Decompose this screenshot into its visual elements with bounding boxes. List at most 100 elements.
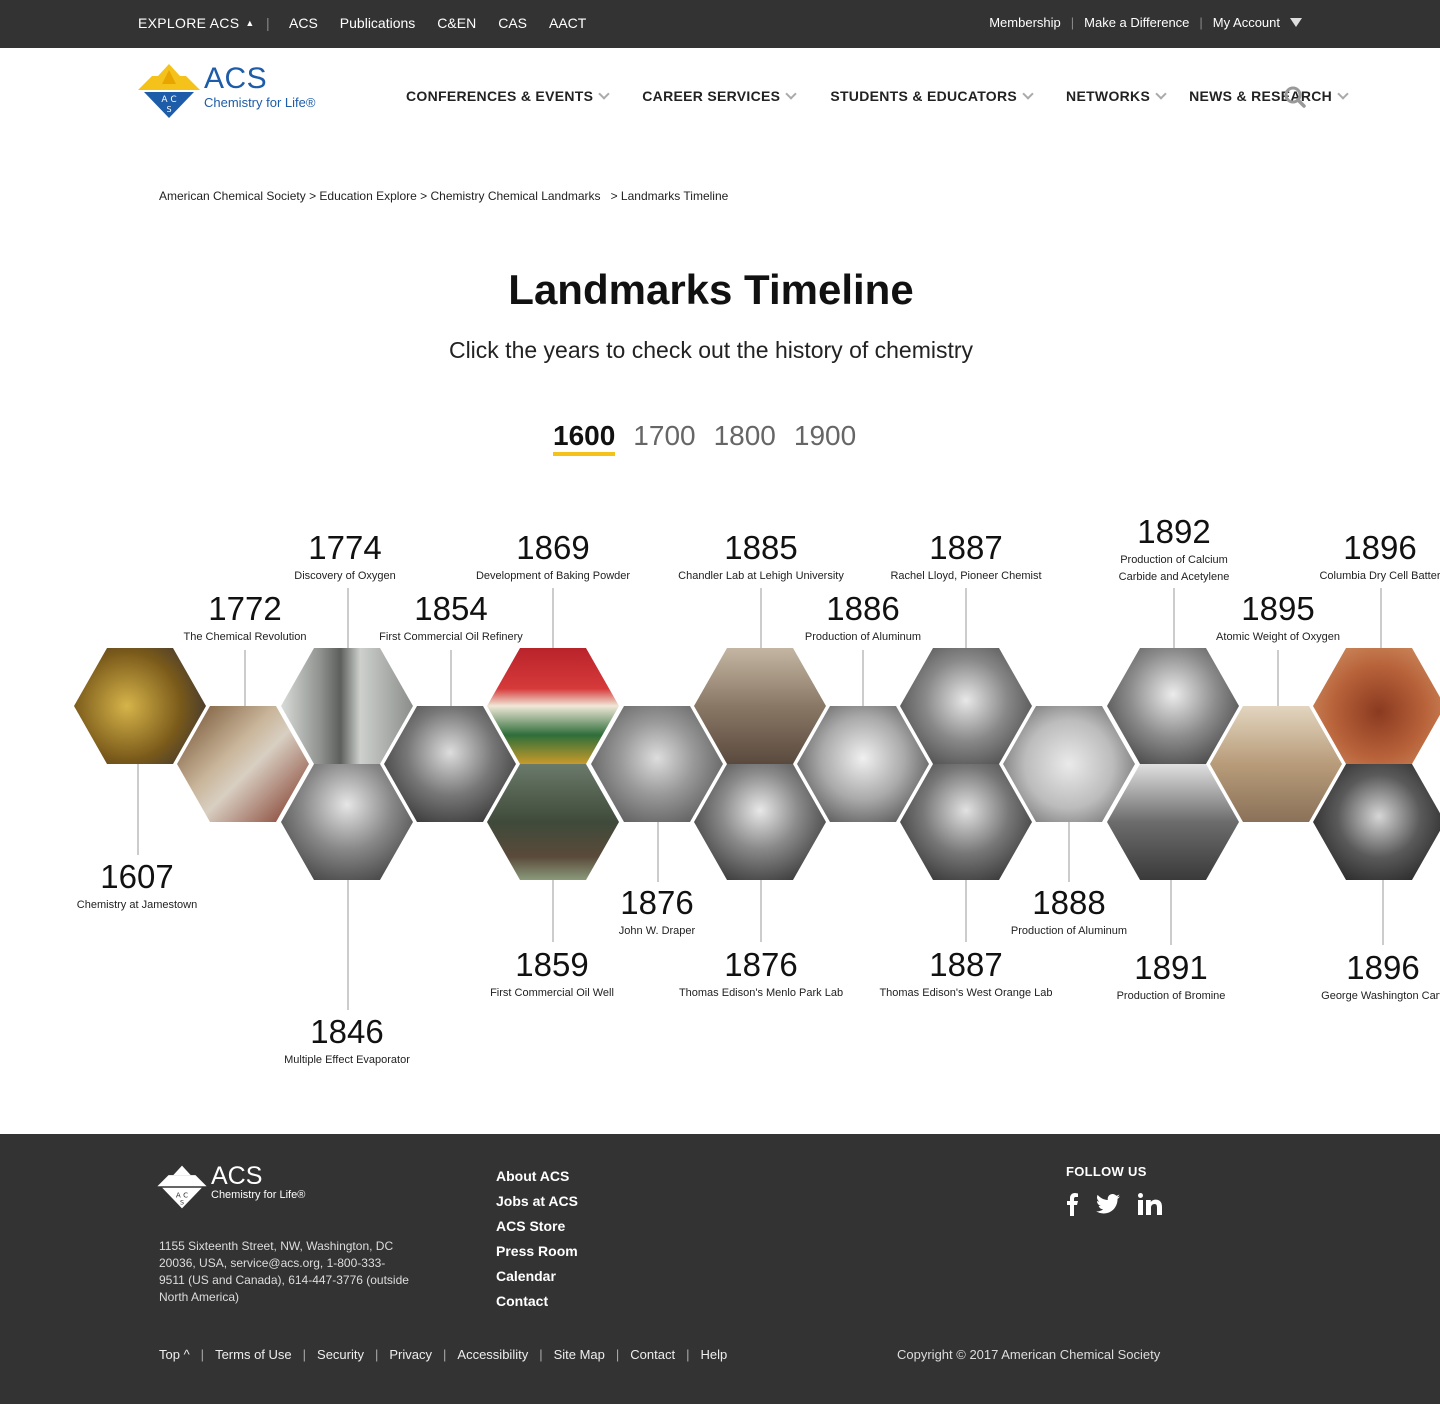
landmark-hex-1869[interactable] [487,648,619,764]
landmark-label[interactable]: 1887 Thomas Edison's West Orange Lab [866,948,1066,1002]
footer-logo-name: ACS [211,1162,263,1190]
my-account-link[interactable]: My Account [1213,15,1280,30]
landmark-event: Production of Aluminum [1010,925,1128,937]
landmark-hex-1772[interactable] [177,706,309,822]
nav-career-services[interactable]: CAREER SERVICES [642,87,797,104]
landmark-hex-1886[interactable] [797,706,929,822]
landmark-hex-1885[interactable] [694,648,826,764]
landmark-hex-1774[interactable] [281,648,413,764]
footer-link-about[interactable]: About ACS [496,1164,578,1189]
footer-link-jobs[interactable]: Jobs at ACS [496,1189,578,1214]
top-link-cas[interactable]: CAS [498,15,527,31]
footer-link-press-room[interactable]: Press Room [496,1239,578,1264]
nav-news-research[interactable]: NEWS & RESEARCH [1189,87,1349,104]
landmark-hex-1854[interactable] [384,706,516,822]
landmark-hex-1859[interactable] [487,764,619,880]
linkedin-icon[interactable] [1138,1193,1162,1215]
landmark-hex-1888[interactable] [1003,706,1135,822]
site-map-link[interactable]: Site Map [554,1347,605,1362]
landmark-label[interactable]: 1887 Rachel Lloyd, Pioneer Chemist [866,531,1066,585]
help-link[interactable]: Help [701,1347,728,1362]
breadcrumb-chemical-landmarks[interactable]: Chemistry Chemical Landmarks [431,189,601,203]
privacy-link[interactable]: Privacy [389,1347,432,1362]
landmark-label[interactable]: 1886 Production of Aluminum [763,592,963,646]
make-a-difference-link[interactable]: Make a Difference [1084,15,1189,30]
tab-1900[interactable]: 1900 [794,420,856,456]
chevron-down-icon [598,87,610,100]
membership-link[interactable]: Membership [989,15,1061,30]
landmark-label[interactable]: 1869 Development of Baking Powder [453,531,653,585]
top-link-publications[interactable]: Publications [340,15,416,31]
connector-line [760,880,762,942]
landmark-label[interactable]: 1772 The Chemical Revolution [145,592,345,646]
landmark-label[interactable]: 1888 Production of Aluminum [969,886,1169,940]
landmark-label[interactable]: 1859 First Commercial Oil Well [452,948,652,1002]
footer-link-store[interactable]: ACS Store [496,1214,578,1239]
explore-acs-menu[interactable]: EXPLORE ACS ▲ [138,15,255,31]
connector-line [244,650,246,706]
utility-bar: EXPLORE ACS ▲ | ACS Publications C&EN CAS… [0,0,1440,48]
landmark-label[interactable]: 1607 Chemistry at Jamestown [37,860,237,914]
landmark-label[interactable]: 1876 John W. Draper [557,886,757,940]
landmark-label[interactable]: 1896 George Washington Carv [1283,951,1440,1005]
landmark-hex-1892[interactable] [1107,648,1239,764]
terms-of-use-link[interactable]: Terms of Use [215,1347,292,1362]
landmark-year: 1774 [308,529,382,566]
landmark-hex-1891[interactable] [1107,764,1239,880]
divider: | [686,1347,690,1362]
facebook-icon[interactable] [1066,1192,1078,1216]
security-link[interactable]: Security [317,1347,364,1362]
landmark-hex-1887-edison[interactable] [900,764,1032,880]
nav-label: NETWORKS [1066,88,1151,104]
landmark-label[interactable]: 1854 First Commercial Oil Refinery [351,592,551,646]
landmark-hex-1876-draper[interactable] [591,706,723,822]
search-icon[interactable] [1284,86,1306,108]
landmark-hex-1895[interactable] [1210,706,1342,822]
connector-line [1380,588,1382,648]
nav-label: CONFERENCES & EVENTS [406,88,594,104]
landmark-label[interactable]: 1876 Thomas Edison's Menlo Park Lab [661,948,861,1002]
footer-links: About ACS Jobs at ACS ACS Store Press Ro… [496,1164,578,1314]
contact-link[interactable]: Contact [630,1347,675,1362]
tab-1800[interactable]: 1800 [714,420,776,456]
accessibility-link[interactable]: Accessibility [457,1347,528,1362]
twitter-icon[interactable] [1096,1194,1120,1214]
nav-conferences-events[interactable]: CONFERENCES & EVENTS [406,87,610,104]
chevron-down-icon[interactable] [1290,18,1302,27]
landmark-year: 1854 [414,590,488,627]
explore-acs-label: EXPLORE ACS [138,15,240,31]
landmark-label[interactable]: 1895 Atomic Weight of Oxygen [1178,592,1378,646]
breadcrumb-education-explore[interactable]: Education Explore [319,189,416,203]
nav-networks[interactable]: NETWORKS [1066,87,1167,104]
tab-1600[interactable]: 1600 [553,420,616,456]
landmark-label[interactable]: 1774 Discovery of Oxygen [245,531,445,585]
landmark-hex-1846[interactable] [281,764,413,880]
connector-line [1068,820,1070,882]
landmarks-timeline: 1607 Chemistry at Jamestown 1772 The Chemi… [0,500,1440,1100]
landmark-event: The Chemical Revolution [183,631,307,643]
landmark-label[interactable]: 1885 Chandler Lab at Lehigh University [661,531,861,585]
landmark-hex-1876-menlo[interactable] [694,764,826,880]
landmark-year: 1869 [516,529,590,566]
landmark-label[interactable]: 1892 Production of Calcium Carbide and Ac… [1104,515,1244,585]
footer-link-contact[interactable]: Contact [496,1289,578,1314]
top-link-cen[interactable]: C&EN [437,15,476,31]
landmark-hex-1887-lloyd[interactable] [900,648,1032,764]
connector-line [657,820,659,882]
acs-logo[interactable]: A C S ACS Chemistry for Life® [138,62,318,120]
top-link-aact[interactable]: AACT [549,15,586,31]
nav-students-educators[interactable]: STUDENTS & EDUCATORS [830,87,1034,104]
top-link-acs[interactable]: ACS [289,15,318,31]
footer-link-calendar[interactable]: Calendar [496,1264,578,1289]
breadcrumb-separator: > [603,189,621,203]
connector-line [1382,880,1384,945]
tab-1700[interactable]: 1700 [633,420,695,456]
breadcrumb-acs[interactable]: American Chemical Society [159,189,306,203]
landmark-hex-1607[interactable] [74,648,206,764]
footer-acs-logo[interactable]: A C S ACS Chemistry for Life® [157,1162,317,1212]
landmark-label[interactable]: 1896 Columbia Dry Cell Batter [1280,531,1440,585]
svg-text:A C: A C [161,95,176,105]
back-to-top-link[interactable]: Top ^ [159,1347,190,1362]
landmark-label[interactable]: 1846 Multiple Effect Evaporator [247,1015,447,1069]
landmark-label[interactable]: 1891 Production of Bromine [1071,951,1271,1005]
